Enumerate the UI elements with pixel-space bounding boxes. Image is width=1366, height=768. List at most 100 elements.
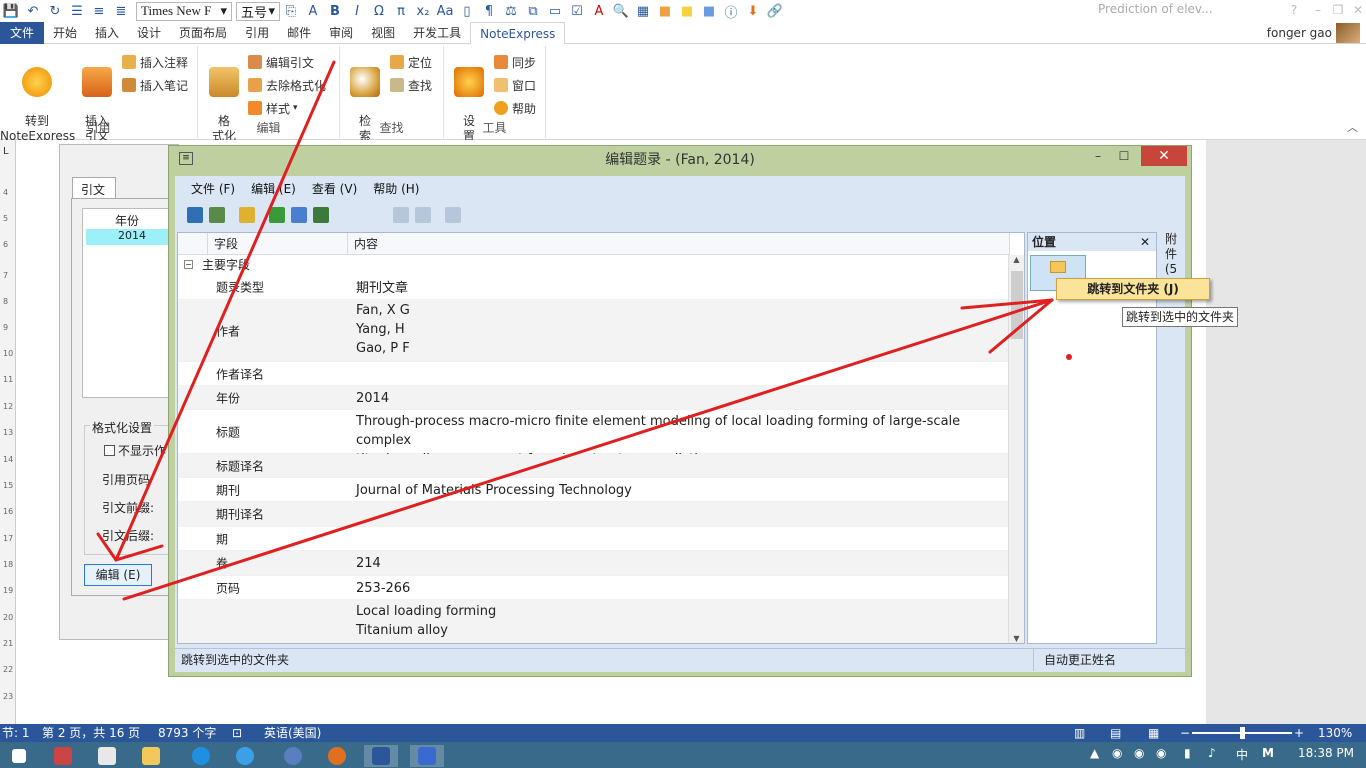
help-icon[interactable]: ? — [1282, 0, 1306, 20]
download-icon[interactable]: ⬇ — [742, 2, 764, 20]
proofing-icon[interactable]: ⊡ — [232, 724, 242, 742]
hide-author-checkbox[interactable]: 不显示作 — [104, 442, 166, 459]
menu-view[interactable]: 查看 (V) — [312, 180, 357, 197]
find-button[interactable]: 查找 — [390, 75, 432, 95]
taskbar-app-4[interactable] — [276, 745, 310, 767]
redo-icon[interactable]: ↻ — [44, 2, 66, 20]
save-icon[interactable]: 💾 — [0, 2, 22, 20]
status-section[interactable]: 节: 1 — [2, 724, 30, 742]
page-icon[interactable]: ▭ — [544, 2, 566, 20]
italic-icon[interactable]: I — [346, 2, 368, 20]
zoom-level[interactable]: 130% — [1318, 724, 1352, 742]
table-row[interactable]: 期刊译名 — [178, 502, 1008, 527]
font-color-a-icon[interactable]: A — [302, 2, 324, 20]
print-layout-icon[interactable]: ▤ — [1110, 724, 1121, 742]
link-icon[interactable]: 🔗 — [764, 2, 786, 20]
menu-help[interactable]: 帮助 (H) — [373, 180, 419, 197]
dialog-maximize-icon[interactable]: ☐ — [1111, 146, 1137, 166]
paragraph-icon[interactable]: ¶ — [478, 2, 500, 20]
menu-file[interactable]: 文件 (F) — [191, 180, 235, 197]
font-size-icon[interactable]: Aa — [434, 2, 456, 20]
help-button[interactable]: 帮助 — [494, 98, 536, 118]
tab-cite[interactable]: 引文 — [72, 177, 116, 199]
text-color-icon[interactable]: A — [588, 2, 610, 20]
move-up-icon[interactable] — [393, 207, 409, 223]
table-row[interactable]: 标题译名 — [178, 454, 1008, 478]
locate-button[interactable]: 定位 — [390, 52, 432, 72]
ime-indicator[interactable]: 中 — [1236, 746, 1248, 763]
table-row[interactable]: 作者译名 — [178, 362, 1008, 386]
tab-noteexpress[interactable]: NoteExpress — [470, 21, 566, 45]
copy-icon[interactable]: ⧉ — [522, 2, 544, 20]
user-name[interactable]: fonger gao — [1267, 26, 1332, 40]
table-row[interactable]: 年份 2014 — [178, 386, 1008, 410]
tab-developer[interactable]: 开发工具 — [404, 22, 470, 44]
omega-insert-icon[interactable] — [445, 207, 461, 223]
subscript-icon[interactable]: x₂ — [412, 2, 434, 20]
balance-icon[interactable]: ⚖ — [500, 2, 522, 20]
collapse-ribbon-icon[interactable]: ︿ — [1347, 119, 1358, 135]
orange-square-icon[interactable]: ■ — [654, 2, 676, 20]
ime-mode-icon[interactable]: M — [1262, 746, 1274, 760]
collapse-icon[interactable]: − — [184, 260, 193, 269]
check-icon[interactable]: ☑ — [566, 2, 588, 20]
align-icon[interactable]: ≡ — [88, 2, 110, 20]
justify-icon[interactable]: ≣ — [110, 2, 132, 20]
web-layout-icon[interactable]: ▦ — [1148, 724, 1159, 742]
zoom-icon[interactable]: 🔍 — [610, 2, 632, 20]
tray-icon[interactable]: ◉ — [1156, 746, 1166, 760]
pi-icon[interactable]: π — [390, 2, 412, 20]
read-mode-icon[interactable]: ▥ — [1074, 724, 1085, 742]
sync-button[interactable]: 同步 — [494, 52, 536, 72]
taskbar-app-1[interactable] — [46, 745, 80, 767]
save-record-icon[interactable] — [187, 207, 203, 223]
taskbar-ie[interactable] — [228, 745, 262, 767]
clock[interactable]: 18:38 PM — [1298, 746, 1354, 760]
bold-icon[interactable]: B — [324, 2, 346, 20]
taskbar-explorer[interactable] — [134, 745, 168, 767]
table-row[interactable]: 标题 Through-process macro-micro finite ele… — [178, 410, 1008, 467]
dialog-close-icon[interactable]: ✕ — [1141, 146, 1187, 166]
scroll-down-icon[interactable]: ▼ — [1009, 634, 1024, 643]
taskbar-app-2[interactable] — [90, 745, 124, 767]
window-button[interactable]: 窗口 — [494, 75, 536, 95]
table-row[interactable]: 卷 214 — [178, 551, 1008, 576]
tab-mailings[interactable]: 邮件 — [278, 22, 320, 44]
cite-row[interactable]: 2014 — [86, 229, 172, 245]
close-icon[interactable]: ✕ — [1346, 0, 1366, 20]
taskbar-word[interactable] — [364, 745, 398, 767]
list-icon[interactable]: ☰ — [66, 2, 88, 20]
scroll-thumb[interactable] — [1011, 271, 1023, 339]
style-dropdown[interactable]: 样式 ▾ — [248, 98, 298, 118]
location-close-icon[interactable]: ✕ — [1140, 233, 1150, 251]
font-size-select[interactable]: 五号 ▾ — [236, 1, 280, 21]
tab-insert[interactable]: 插入 — [86, 22, 128, 44]
insert-memo-button[interactable]: 插入笔记 — [122, 75, 188, 95]
format-icon[interactable]: ⎘ — [280, 2, 302, 20]
tray-expand-icon[interactable]: ▲ — [1090, 746, 1099, 760]
goto-folder-menu-item[interactable]: 跳转到文件夹 (J) — [1056, 278, 1210, 300]
tray-icon[interactable]: ◉ — [1134, 746, 1144, 760]
tab-view[interactable]: 视图 — [362, 22, 404, 44]
scroll-up-icon[interactable]: ▲ — [1009, 255, 1024, 264]
cite-col-year[interactable]: 年份 — [115, 212, 139, 229]
document-icon[interactable]: ▯ — [456, 2, 478, 20]
yellow-square-icon[interactable]: ■ — [676, 2, 698, 20]
grid-head-field[interactable]: 字段 — [208, 233, 348, 255]
export-icon[interactable] — [313, 207, 329, 223]
grid-scrollbar[interactable]: ▲ ▼ — [1008, 255, 1024, 643]
tray-icon[interactable]: ◉ — [1112, 746, 1122, 760]
tab-layout[interactable]: 页面布局 — [170, 22, 236, 44]
blue-square-icon[interactable]: ■ — [698, 2, 720, 20]
start-icon[interactable] — [2, 745, 36, 767]
edit-button[interactable]: 编辑 (E) — [84, 564, 152, 586]
pin-icon[interactable] — [291, 207, 307, 223]
zoom-out-icon[interactable]: − — [1180, 724, 1190, 742]
taskbar-noteexpress[interactable] — [410, 745, 444, 767]
insert-note-button[interactable]: 插入注释 — [122, 52, 188, 72]
taskbar-app-3[interactable] — [184, 745, 218, 767]
grid-head-content[interactable]: 内容 — [348, 233, 1010, 255]
table-row[interactable]: 期 — [178, 527, 1008, 551]
font-name-select[interactable]: Times New F ▾ — [136, 1, 232, 21]
dialog-minimize-icon[interactable]: – — [1085, 146, 1111, 166]
